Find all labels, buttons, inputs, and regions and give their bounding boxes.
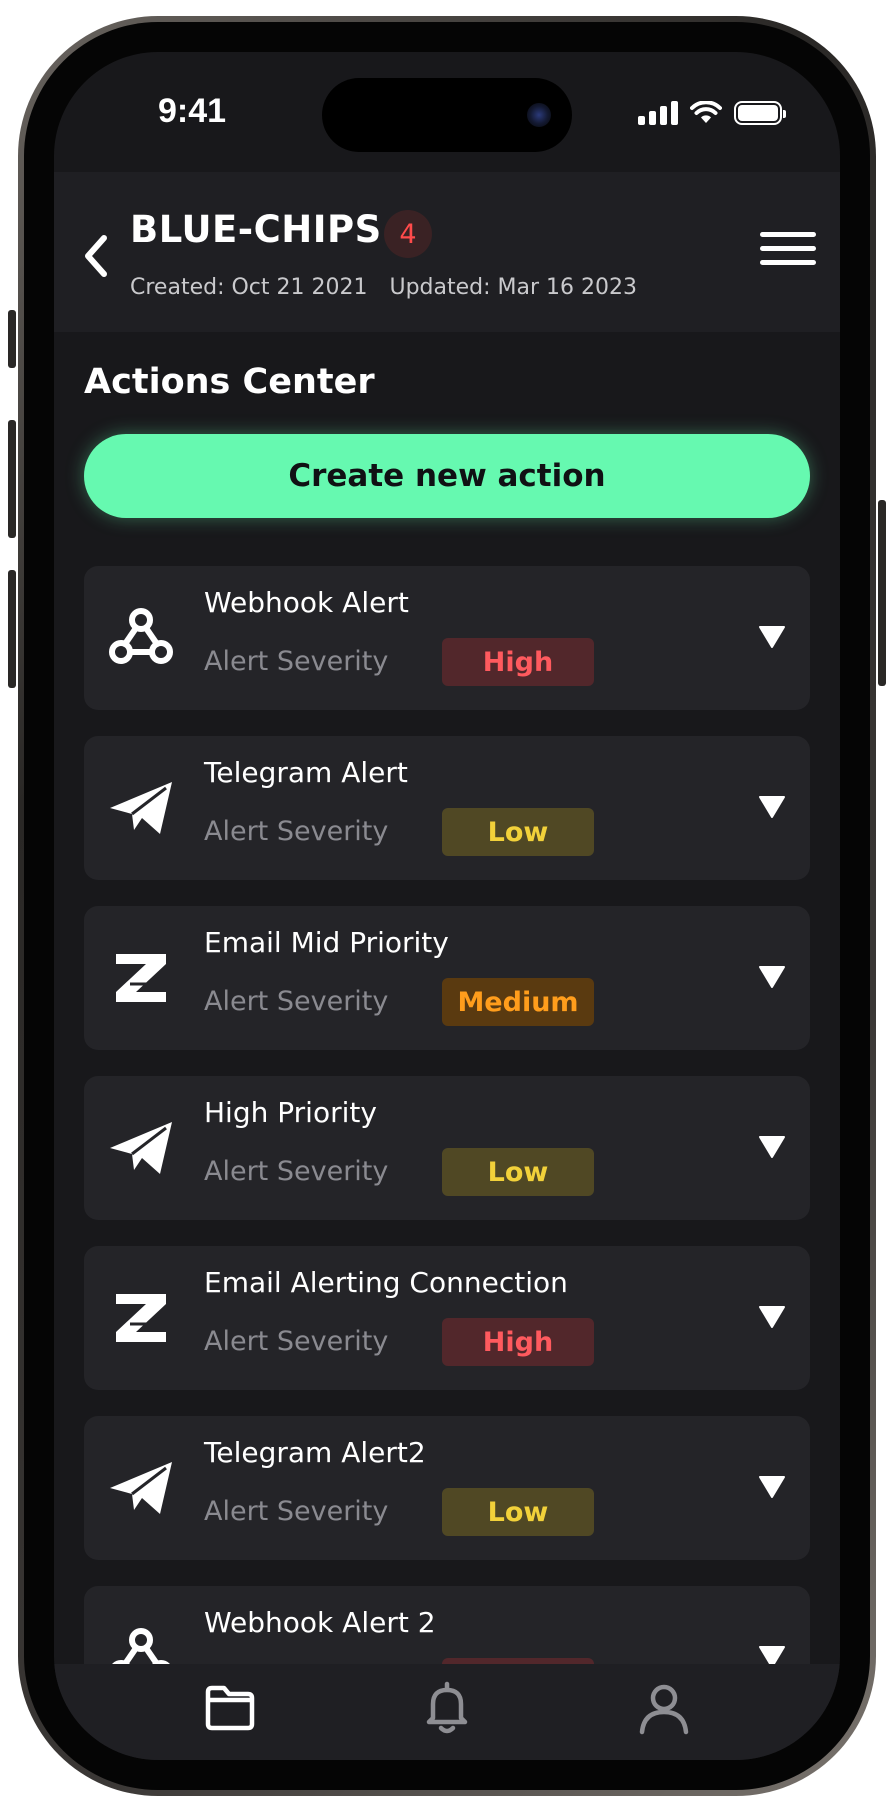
expand-button[interactable]	[758, 1304, 786, 1330]
severity-label: Alert Severity	[204, 1156, 389, 1187]
severity-badge: Low	[442, 1148, 594, 1196]
action-type-icon	[106, 1112, 176, 1182]
expand-button[interactable]	[758, 1474, 786, 1500]
triangle-down-icon	[759, 1476, 785, 1498]
wifi-icon	[690, 101, 722, 123]
battery-icon	[734, 101, 786, 125]
header-meta: Created: Oct 21 2021 Updated: Mar 16 2023	[130, 275, 637, 300]
chevron-left-icon	[85, 235, 107, 277]
severity-label: Alert Severity	[204, 1496, 389, 1527]
action-type-icon	[106, 1282, 176, 1352]
paper-plane-icon	[110, 1462, 172, 1514]
severity-label: Alert Severity	[204, 816, 389, 847]
tab-profile[interactable]	[634, 1678, 694, 1738]
action-name: High Priority	[204, 1096, 377, 1129]
updated-date: Updated: Mar 16 2023	[389, 275, 638, 300]
action-type-icon	[106, 1452, 176, 1522]
status-bar: 9:41	[54, 52, 840, 172]
action-type-icon	[106, 772, 176, 842]
action-name: Webhook Alert 2	[204, 1606, 436, 1639]
tab-notifications[interactable]	[417, 1678, 477, 1738]
action-type-icon	[106, 602, 176, 672]
count-badge: 4	[384, 210, 432, 258]
zapier-z-icon	[116, 1294, 166, 1342]
page-title: BLUE-CHIPS	[130, 208, 382, 251]
action-name: Email Alerting Connection	[204, 1266, 568, 1299]
action-card[interactable]: Email Alerting Connection Alert Severity H…	[84, 1246, 810, 1390]
create-action-button[interactable]: Create new action	[84, 434, 810, 518]
action-name: Telegram Alert2	[204, 1436, 426, 1469]
phone-action-button	[8, 310, 16, 368]
phone-volume-down-button	[8, 570, 16, 688]
expand-button[interactable]	[758, 794, 786, 820]
triangle-down-icon	[759, 626, 785, 648]
expand-button[interactable]	[758, 964, 786, 990]
severity-badge: High	[442, 1318, 594, 1366]
severity-badge: Low	[442, 808, 594, 856]
action-card[interactable]: Telegram Alert2 Alert Severity Low	[84, 1416, 810, 1560]
action-card[interactable]: Telegram Alert Alert Severity Low	[84, 736, 810, 880]
menu-button[interactable]	[760, 232, 816, 276]
tab-folder[interactable]	[200, 1678, 260, 1738]
created-date: Created: Oct 21 2021	[130, 275, 368, 300]
severity-label: Alert Severity	[204, 1326, 389, 1357]
cellular-signal-icon	[638, 101, 678, 125]
back-button[interactable]	[74, 226, 118, 286]
action-card[interactable]: Email Mid Priority Alert Severity Medium	[84, 906, 810, 1050]
app-header: BLUE-CHIPS 4 Created: Oct 21 2021 Updated…	[54, 172, 840, 332]
action-name: Telegram Alert	[204, 756, 408, 789]
severity-label: Alert Severity	[204, 986, 389, 1017]
action-name: Webhook Alert	[204, 586, 409, 619]
webhook-icon	[109, 608, 173, 664]
phone-power-button	[878, 500, 886, 686]
expand-button[interactable]	[758, 624, 786, 650]
folder-icon	[205, 1685, 255, 1731]
triangle-down-icon	[759, 1306, 785, 1328]
zapier-z-icon	[116, 954, 166, 1002]
camera-icon	[527, 103, 551, 127]
hamburger-menu-icon	[760, 232, 816, 265]
phone-volume-up-button	[8, 420, 16, 538]
triangle-down-icon	[759, 1136, 785, 1158]
triangle-down-icon	[759, 966, 785, 988]
status-time: 9:41	[158, 92, 227, 130]
section-title: Actions Center	[84, 362, 375, 402]
status-icons	[638, 100, 786, 126]
action-type-icon	[106, 942, 176, 1012]
tab-bar	[54, 1664, 840, 1760]
action-card[interactable]: High Priority Alert Severity Low	[84, 1076, 810, 1220]
paper-plane-icon	[110, 782, 172, 834]
severity-label: Alert Severity	[204, 646, 389, 677]
triangle-down-icon	[759, 796, 785, 818]
dynamic-island	[322, 78, 572, 152]
user-icon	[639, 1684, 689, 1735]
bell-icon	[426, 1681, 468, 1734]
paper-plane-icon	[110, 1122, 172, 1174]
severity-badge: High	[442, 638, 594, 686]
action-card[interactable]: Webhook Alert Alert Severity High	[84, 566, 810, 710]
action-name: Email Mid Priority	[204, 926, 449, 959]
app-screen: 9:41 BLUE-CHIPS 4 Created: Oct 21 2021 Up…	[54, 52, 840, 1760]
expand-button[interactable]	[758, 1134, 786, 1160]
severity-badge: Low	[442, 1488, 594, 1536]
severity-badge: Medium	[442, 978, 594, 1026]
